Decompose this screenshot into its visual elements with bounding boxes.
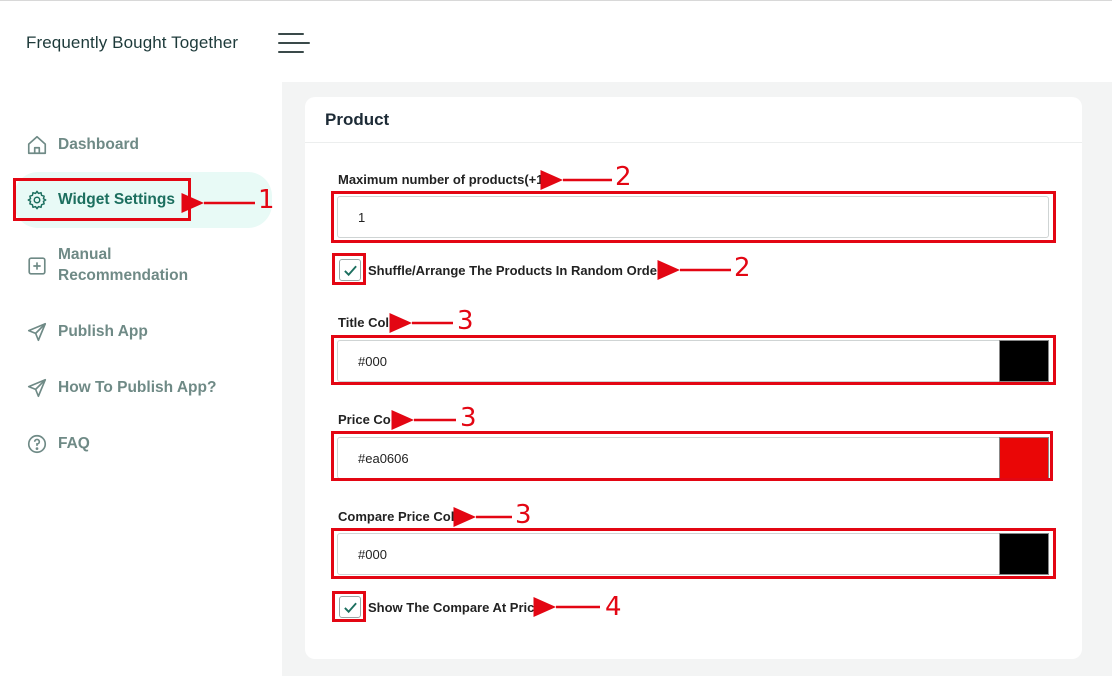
sidebar-item-label: Dashboard — [58, 136, 139, 153]
gear-icon — [26, 189, 48, 211]
sidebar-item-faq[interactable]: FAQ — [14, 429, 272, 459]
sidebar-item-label: Widget Settings — [58, 191, 175, 208]
price-color-input[interactable]: #ea0606 — [337, 437, 1049, 479]
sidebar: Dashboard Widget Settings Manual Recomme… — [0, 82, 282, 676]
send-icon — [26, 377, 48, 399]
price-color-label: Price Color — [338, 412, 408, 427]
sidebar-item-label: FAQ — [58, 435, 90, 452]
compare-price-color-swatch[interactable] — [999, 533, 1049, 575]
top-bar: Frequently Bought Together — [0, 0, 1112, 82]
compare-price-color-input[interactable]: #000 — [337, 533, 1049, 575]
annotation-number: 1 — [258, 185, 275, 215]
show-compare-label: Show The Compare At Price — [368, 600, 542, 615]
sidebar-item-label: Manual Recommendation — [58, 244, 188, 286]
hamburger-menu-icon[interactable] — [278, 31, 312, 55]
title-color-swatch[interactable] — [999, 340, 1049, 382]
shuffle-label: Shuffle/Arrange The Products In Random O… — [368, 263, 662, 278]
card-title: Product — [305, 97, 1082, 143]
max-products-label: Maximum number of products(+1) — [338, 172, 548, 187]
annotation-number: 2 — [615, 162, 632, 192]
home-icon — [26, 134, 48, 156]
annotation-number: 4 — [605, 592, 622, 622]
sidebar-item-label: Publish App — [58, 323, 148, 340]
title-color-input[interactable]: #000 — [337, 340, 1049, 382]
send-icon — [26, 321, 48, 343]
plus-square-icon — [26, 255, 48, 277]
title-color-label: Title Color — [338, 315, 403, 330]
sidebar-item-widget-settings[interactable]: Widget Settings — [14, 172, 272, 228]
check-icon — [344, 602, 357, 614]
compare-price-color-label: Compare Price Color — [338, 509, 468, 524]
price-color-swatch[interactable] — [999, 437, 1049, 479]
sidebar-item-how-to-publish[interactable]: How To Publish App? — [14, 373, 272, 403]
sidebar-item-label: How To Publish App? — [58, 379, 217, 396]
annotation-number: 3 — [457, 306, 474, 336]
sidebar-item-label-line1: Manual — [58, 246, 112, 263]
sidebar-item-label-line2: Recommendation — [58, 267, 189, 284]
max-products-input[interactable]: 1 — [337, 196, 1049, 238]
sidebar-item-manual-recommendation[interactable]: Manual Recommendation — [14, 244, 272, 288]
sidebar-item-publish-app[interactable]: Publish App — [14, 317, 272, 347]
sidebar-item-dashboard[interactable]: Dashboard — [14, 130, 272, 160]
annotation-number: 2 — [734, 253, 751, 283]
app-title: Frequently Bought Together — [26, 33, 239, 52]
shuffle-checkbox[interactable] — [339, 259, 361, 281]
question-circle-icon — [26, 433, 48, 455]
annotation-number: 3 — [515, 500, 532, 530]
check-icon — [344, 265, 357, 277]
annotation-number: 3 — [460, 403, 477, 433]
show-compare-checkbox[interactable] — [339, 596, 361, 618]
